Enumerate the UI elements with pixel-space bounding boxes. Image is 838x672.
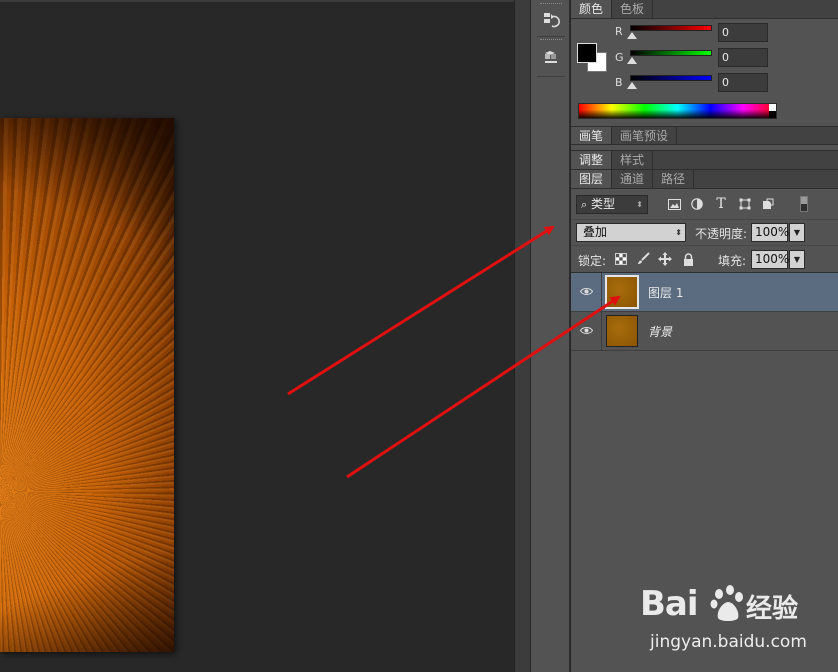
lock-row: 锁定: 填充: 100% ▼	[571, 245, 838, 273]
color-panel: R 0 G 0 B 0	[571, 19, 838, 126]
canvas-vertical-scrollbar[interactable]	[514, 0, 530, 672]
color-spectrum-ramp[interactable]	[578, 103, 777, 119]
opacity-input[interactable]: 100%	[751, 223, 789, 242]
tab-swatches[interactable]: 色板	[612, 0, 654, 18]
fill-input[interactable]: 100%	[751, 250, 789, 269]
tab-color[interactable]: 颜色	[571, 0, 613, 18]
tab-paths[interactable]: 路径	[653, 170, 695, 188]
layers-panel-tabs: 图层 通道 路径	[571, 170, 838, 189]
collapsed-panel-strip	[530, 0, 570, 672]
tab-adjustments[interactable]: 调整	[571, 151, 613, 169]
layer-row-layer-1[interactable]: 图层 1	[571, 273, 838, 312]
opacity-label: 不透明度:	[695, 227, 748, 241]
lock-position-move-icon[interactable]	[658, 252, 672, 266]
lock-label: 锁定:	[578, 254, 607, 268]
layer-filter-bar: ⌕ 类型 ⬍ T	[571, 189, 838, 219]
fill-label: 填充:	[718, 254, 747, 268]
blend-row: 叠加 ⬍ 不透明度: 100% ▼	[571, 219, 838, 245]
layer-name[interactable]: 图层 1	[648, 284, 683, 301]
watermark-brand-right: 经验	[746, 594, 799, 624]
image-filter-icon[interactable]	[666, 196, 682, 212]
foreground-color-swatch[interactable]	[577, 43, 597, 63]
tab-styles[interactable]: 样式	[612, 151, 654, 169]
eye-icon[interactable]	[579, 325, 594, 335]
green-value-input[interactable]: 0	[718, 48, 768, 67]
smart-object-filter-icon[interactable]	[760, 196, 776, 212]
document-canvas[interactable]	[0, 0, 514, 672]
blue-slider-track[interactable]	[630, 75, 712, 81]
tab-layers[interactable]: 图层	[571, 170, 613, 188]
lock-image-pixels-brush-icon[interactable]	[636, 252, 650, 266]
chevron-updown-icon: ⬍	[636, 200, 643, 209]
search-icon: ⌕	[581, 198, 588, 211]
lock-transparent-pixels-icon[interactable]	[614, 252, 628, 266]
channel-label-b: B	[615, 76, 623, 89]
baidu-jingyan-watermark: Bai 经验 jingyan.baidu.com	[640, 580, 830, 660]
type-filter-icon[interactable]: T	[713, 196, 729, 212]
red-value-input[interactable]: 0	[718, 23, 768, 42]
tab-brush-presets[interactable]: 画笔预设	[612, 127, 678, 144]
layer-thumbnail[interactable]	[606, 315, 638, 347]
properties-icon[interactable]	[539, 46, 563, 70]
blue-value-input[interactable]: 0	[718, 73, 768, 92]
red-slider-thumb[interactable]	[627, 32, 637, 39]
shape-filter-icon[interactable]	[737, 196, 753, 212]
panel-grip[interactable]	[540, 3, 562, 6]
watermark-url: jingyan.baidu.com	[650, 632, 807, 652]
chevron-updown-icon: ⬍	[675, 228, 682, 237]
lock-all-icon[interactable]	[681, 252, 695, 266]
color-panel-tabs: 颜色 色板	[571, 0, 838, 19]
tab-brush[interactable]: 画笔	[571, 127, 613, 144]
filter-toggle-switch[interactable]	[800, 196, 808, 212]
watermark-brand-left: Bai	[640, 584, 699, 624]
opacity-dropdown-button[interactable]: ▼	[789, 223, 805, 242]
blend-mode-select[interactable]: 叠加 ⬍	[576, 223, 686, 242]
history-icon[interactable]	[539, 8, 563, 32]
adjustments-panel-tabs: 调整 样式	[571, 151, 838, 170]
blue-slider-thumb[interactable]	[627, 82, 637, 89]
kind-filter-label: 类型	[591, 197, 616, 211]
layer-name[interactable]: 背景	[648, 323, 672, 340]
blend-mode-value: 叠加	[583, 225, 608, 239]
channel-label-r: R	[615, 25, 623, 38]
layer-row-background[interactable]: 背景	[571, 312, 838, 351]
document-image[interactable]	[0, 118, 174, 652]
layer-thumbnail[interactable]	[605, 275, 639, 309]
adjustment-filter-icon[interactable]	[689, 196, 705, 212]
eye-icon[interactable]	[579, 286, 594, 296]
green-slider-thumb[interactable]	[627, 57, 637, 64]
layer-kind-filter-select[interactable]: ⌕ 类型 ⬍	[576, 195, 648, 214]
baidu-paw-logo-icon	[710, 585, 743, 621]
tab-channels[interactable]: 通道	[612, 170, 654, 188]
green-slider-track[interactable]	[630, 50, 712, 56]
channel-label-g: G	[615, 51, 624, 64]
panel-grip[interactable]	[540, 39, 562, 42]
red-slider-track[interactable]	[630, 25, 712, 31]
right-panel-dock: 颜色 色板 R 0 G 0 B 0 画笔 画笔预设 调整 样式 图层 通道 路径…	[571, 0, 838, 672]
fill-dropdown-button[interactable]: ▼	[789, 250, 805, 269]
brush-panel-tabs: 画笔 画笔预设	[571, 126, 838, 145]
